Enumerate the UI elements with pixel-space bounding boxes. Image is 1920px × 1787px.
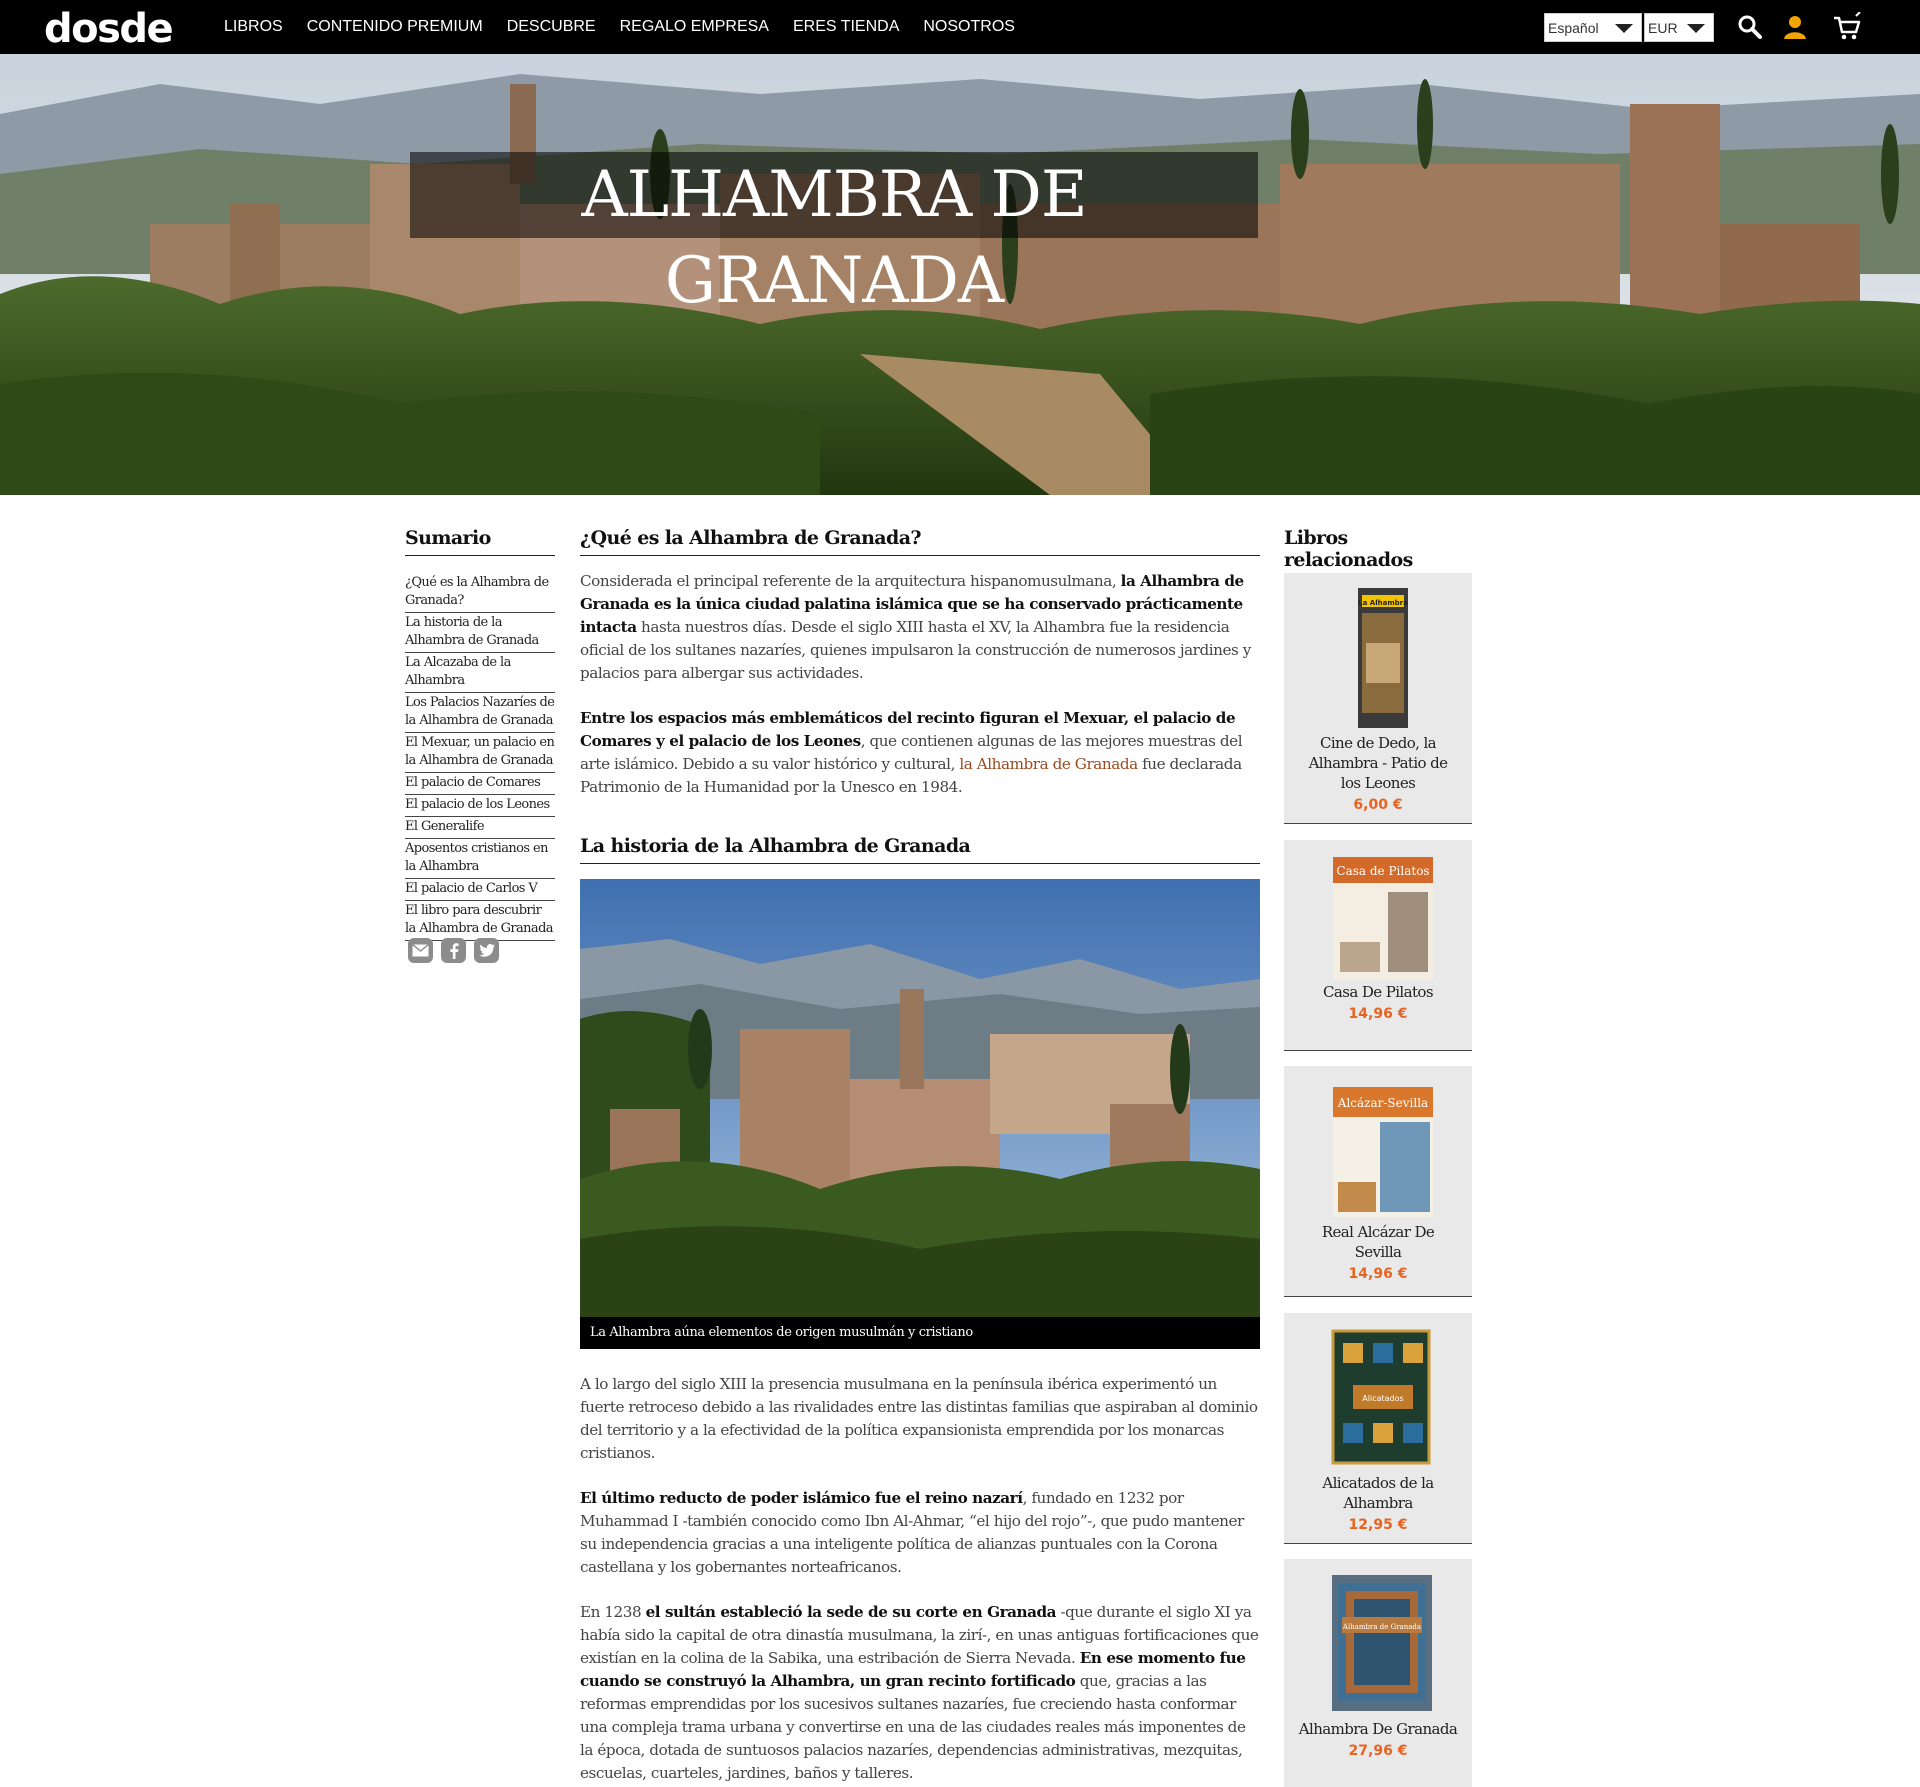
book-title: Cine de Dedo, la Alhambra - Patio de los… [1308, 734, 1448, 792]
chevron-down-icon [1615, 24, 1633, 33]
summary-item[interactable]: La Alcazaba de la Alhambra [405, 653, 555, 693]
paragraph: A lo largo del siglo XIII la presencia m… [580, 1375, 1258, 1462]
facebook-icon[interactable] [441, 938, 466, 963]
book-cover: Casa de Pilatos [1333, 857, 1433, 979]
main-nav: LIBROS CONTENIDO PREMIUM DESCUBRE REGALO… [224, 0, 1039, 54]
language-value: Español [1548, 20, 1599, 36]
nav-contenido-premium[interactable]: CONTENIDO PREMIUM [307, 18, 483, 36]
section-heading: La historia de la Alhambra de Granada [580, 835, 1260, 864]
related-book-card[interactable]: Alcázar-Sevilla Real Alcázar De Sevilla … [1284, 1066, 1472, 1297]
book-cover: La Alhambra [1358, 588, 1408, 728]
related-book-card[interactable]: Alicatados Alicatados de la Alhambra 12,… [1284, 1313, 1472, 1544]
book-cover: Alhambra de Granada [1332, 1575, 1432, 1711]
summary-title: Sumario [405, 527, 555, 556]
book-cover-text: Alcázar-Sevilla [1337, 1096, 1428, 1110]
book-cover: Alcázar-Sevilla [1333, 1087, 1433, 1217]
twitter-icon[interactable] [474, 938, 499, 963]
related-book-card[interactable]: Alhambra de Granada Alhambra De Granada … [1284, 1559, 1472, 1787]
book-price: 14,96 € [1348, 1006, 1408, 1022]
summary-item[interactable]: El palacio de los Leones [405, 795, 555, 817]
summary-item[interactable]: El Generalife [405, 817, 555, 839]
summary-item[interactable]: ¿Qué es la Alhambra de Granada? [405, 573, 555, 613]
page-title: ALHAMBRA DE GRANADA [410, 152, 1258, 318]
currency-value: EUR [1648, 20, 1678, 36]
book-cover-text: Casa de Pilatos [1336, 864, 1429, 878]
summary-item[interactable]: La historia de la Alhambra de Granada [405, 613, 555, 653]
book-cover-text: Alhambra de Granada [1342, 1623, 1421, 1631]
currency-select[interactable]: EUR [1644, 13, 1714, 42]
summary-item[interactable]: El palacio de Carlos V [405, 879, 555, 901]
book-price: 6,00 € [1353, 797, 1403, 813]
book-cover-text: La Alhambra [1358, 599, 1408, 607]
nav-regalo-empresa[interactable]: REGALO EMPRESA [620, 18, 769, 36]
top-navbar: dosde LIBROS CONTENIDO PREMIUM DESCUBRE … [0, 0, 1920, 54]
paragraph: El último reducto de poder islámico fue … [580, 1487, 1260, 1579]
book-title: Casa De Pilatos [1323, 983, 1433, 1001]
book-price: 12,95 € [1348, 1517, 1408, 1533]
book-title: Alicatados de la Alhambra [1322, 1474, 1434, 1512]
paragraph: En 1238 el sultán estableció la sede de … [580, 1601, 1260, 1785]
nav-libros[interactable]: LIBROS [224, 18, 283, 36]
search-icon[interactable] [1735, 12, 1765, 42]
share-buttons [408, 938, 499, 963]
summary-item[interactable]: Aposentos cristianos en la Alhambra [405, 839, 555, 879]
site-logo[interactable]: dosde [44, 4, 174, 54]
summary-item[interactable]: El palacio de Comares [405, 773, 555, 795]
nav-eres-tienda[interactable]: ERES TIENDA [793, 18, 899, 36]
related-books-title: Libros relacionados [1284, 527, 1472, 578]
book-cover: Alicatados [1331, 1329, 1431, 1465]
paragraph-text: En 1238 [580, 1603, 646, 1621]
paragraph-bold: el sultán estableció la sede de su corte… [645, 1603, 1057, 1621]
mail-icon[interactable] [408, 938, 433, 963]
cart-icon[interactable] [1832, 12, 1862, 42]
alhambra-photo [580, 879, 1260, 1317]
paragraph-text: Considerada el principal referente de la… [580, 572, 1121, 590]
paragraph-text: hasta nuestros días. Desde el siglo XIII… [580, 618, 1251, 682]
summary-item[interactable]: Los Palacios Nazaríes de la Alhambra de … [405, 693, 555, 733]
summary-list: ¿Qué es la Alhambra de Granada? La histo… [405, 573, 555, 941]
paragraph: Entre los espacios más emblemáticos del … [580, 707, 1260, 799]
book-price: 14,96 € [1348, 1266, 1408, 1282]
book-cover-text: Alicatados [1362, 1394, 1403, 1403]
paragraph: Considerada el principal referente de la… [580, 570, 1260, 685]
related-book-card[interactable]: La Alhambra Cine de Dedo, la Alhambra - … [1284, 573, 1472, 824]
article-figure: La Alhambra aúna elementos de origen mus… [580, 879, 1260, 1349]
summary-item[interactable]: El Mexuar, un palacio en la Alhambra de … [405, 733, 555, 773]
chevron-down-icon [1687, 24, 1705, 33]
section-heading: ¿Qué es la Alhambra de Granada? [580, 527, 1260, 556]
image-caption: La Alhambra aúna elementos de origen mus… [580, 1317, 1260, 1349]
nav-descubre[interactable]: DESCUBRE [507, 18, 596, 36]
user-icon[interactable] [1780, 12, 1810, 42]
hero-banner: ALHAMBRA DE GRANADA [0, 54, 1920, 495]
alhambra-link[interactable]: la Alhambra de Granada [959, 755, 1138, 773]
book-price: 27,96 € [1348, 1743, 1408, 1759]
nav-nosotros[interactable]: NOSOTROS [923, 18, 1015, 36]
paragraph-bold: El último reducto de poder islámico fue … [580, 1489, 1023, 1507]
article: ¿Qué es la Alhambra de Granada? Consider… [580, 527, 1260, 1785]
summary-item[interactable]: El libro para descubrir la Alhambra de G… [405, 901, 555, 941]
book-title: Real Alcázar De Sevilla [1321, 1223, 1435, 1261]
related-book-card[interactable]: Casa de Pilatos Casa De Pilatos 14,96 € [1284, 840, 1472, 1051]
language-select[interactable]: Español [1544, 13, 1642, 42]
book-title: Alhambra De Granada [1298, 1720, 1458, 1738]
